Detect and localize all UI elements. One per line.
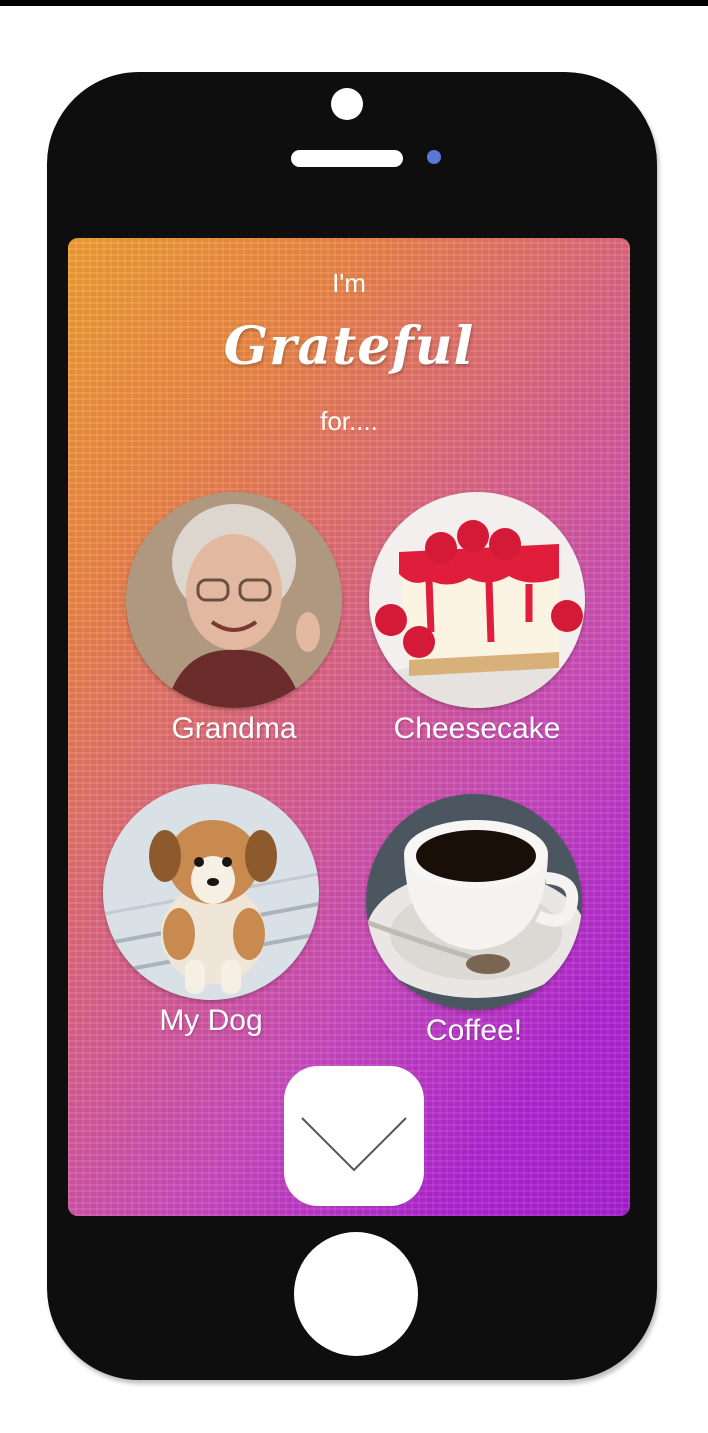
title-line-im: I'm (332, 268, 366, 298)
phone-frame: I'm Grateful for.... Grandma Cheesecake … (47, 72, 657, 1380)
item-label-grandma: Grandma (171, 712, 297, 745)
item-label-my-dog: My Dog (159, 1004, 263, 1037)
item-label-coffee: Coffee! (425, 1014, 523, 1047)
gratitude-item-grandma[interactable]: Grandma (119, 492, 349, 746)
app-screen: I'm Grateful for.... Grandma Cheesecake … (68, 238, 630, 1216)
chevron-down-icon (301, 1117, 407, 1172)
grandma-photo (126, 492, 342, 708)
cheesecake-photo (369, 492, 585, 708)
earpiece-speaker (291, 150, 403, 167)
title-line-for: for.... (320, 406, 378, 436)
confirm-button[interactable] (284, 1066, 424, 1206)
gratitude-item-coffee[interactable]: Coffee! (359, 794, 589, 1048)
gratitude-item-cheesecake[interactable]: Cheesecake (362, 492, 592, 746)
coffee-photo (366, 794, 582, 1010)
front-camera (331, 88, 363, 120)
gratitude-item-my-dog[interactable]: My Dog (96, 784, 326, 1038)
home-button[interactable] (294, 1232, 418, 1356)
top-border (0, 0, 708, 6)
title-grateful: Grateful (223, 316, 475, 377)
dog-photo (103, 784, 319, 1000)
proximity-sensor (427, 150, 441, 164)
item-label-cheesecake: Cheesecake (393, 712, 561, 745)
